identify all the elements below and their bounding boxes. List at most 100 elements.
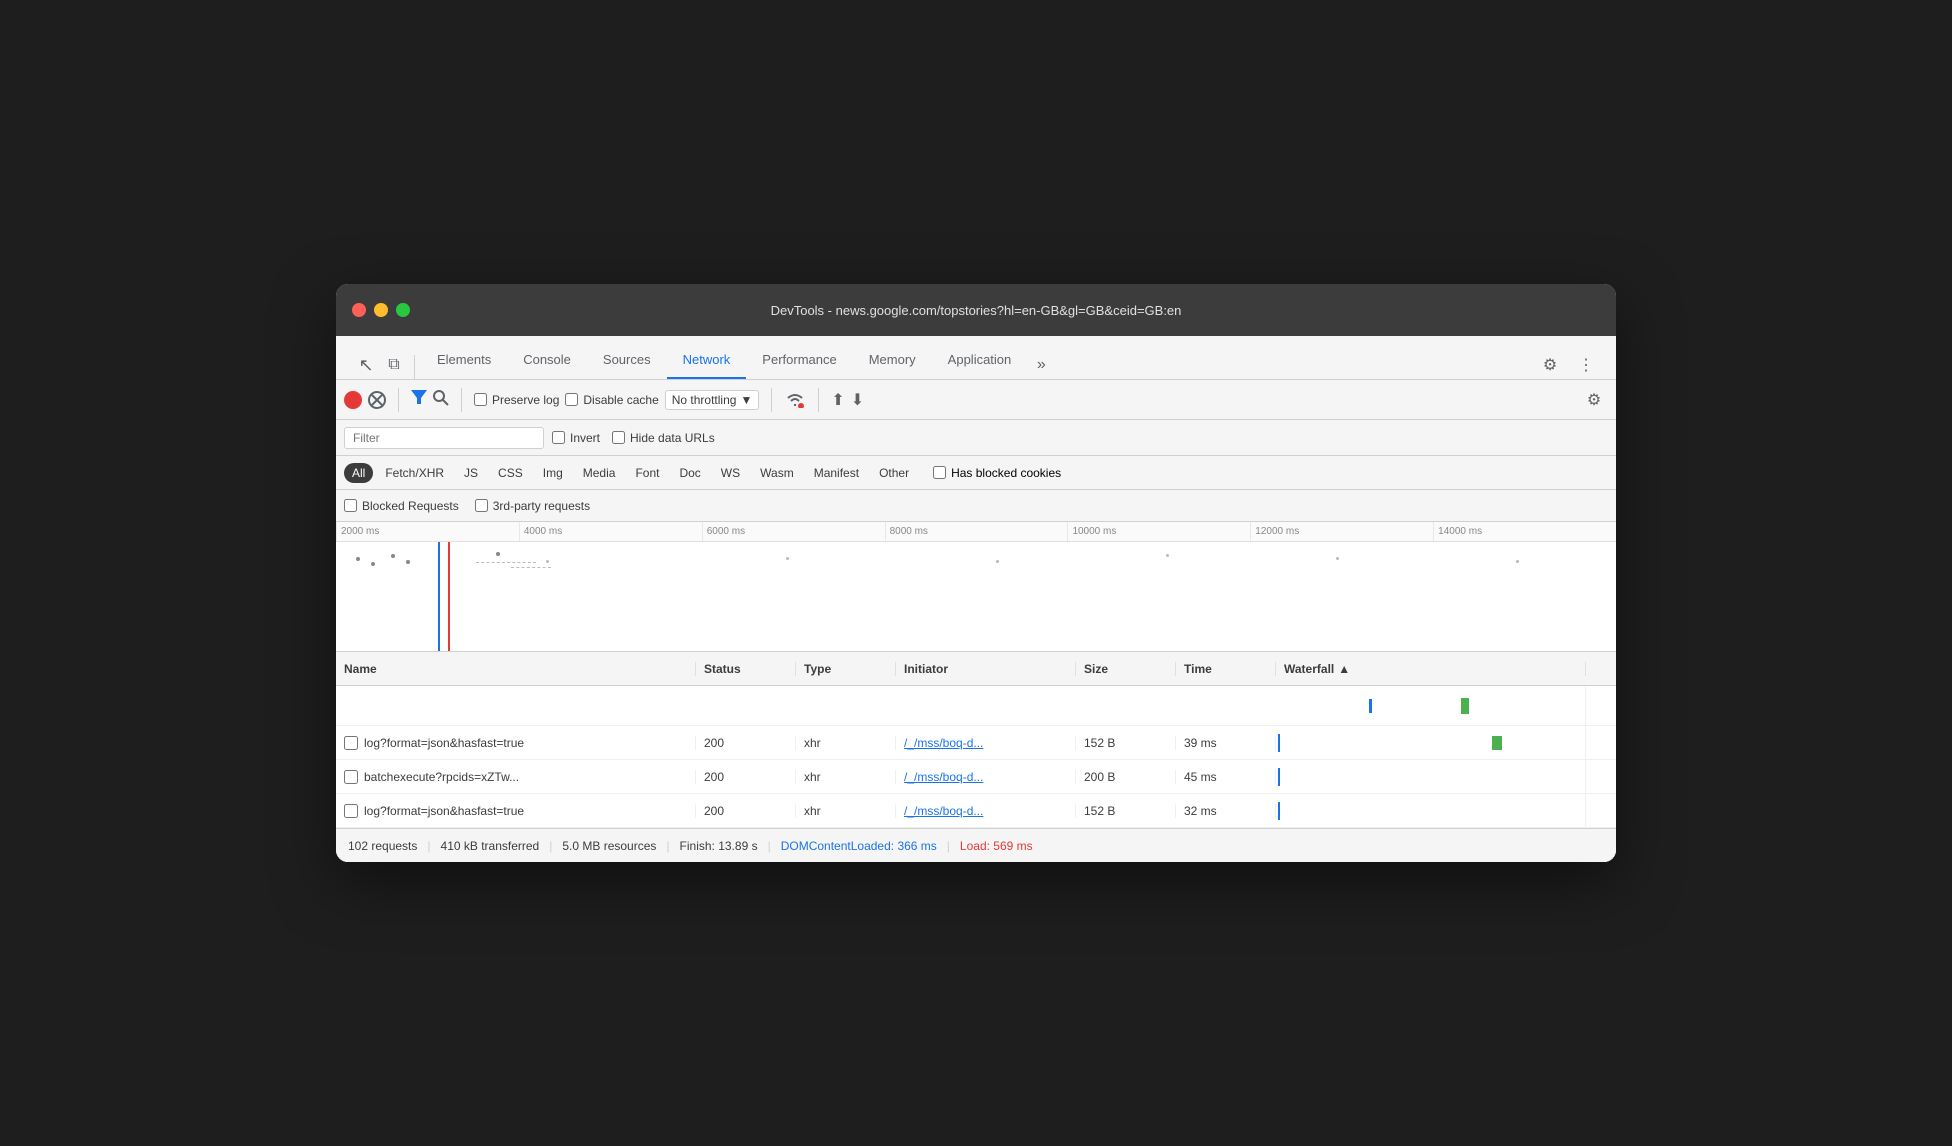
title-bar: DevTools - news.google.com/topstories?hl…: [336, 284, 1616, 336]
type-filter-fetch-xhr[interactable]: Fetch/XHR: [377, 463, 452, 483]
disable-cache-label[interactable]: Disable cache: [565, 393, 658, 407]
row2-time: 45 ms: [1176, 770, 1276, 784]
row3-size: 152 B: [1076, 804, 1176, 818]
table-row[interactable]: log?format=json&hasfast=true 200 xhr /_/…: [336, 794, 1616, 828]
tab-bar: ↖ ⧉ Elements Console Sources Network Per…: [336, 336, 1616, 380]
tab-separator: [414, 355, 415, 379]
invert-label[interactable]: Invert: [552, 431, 600, 445]
row2-size: 200 B: [1076, 770, 1176, 784]
type-filter-ws[interactable]: WS: [713, 463, 748, 483]
more-options-icon[interactable]: ⋮: [1572, 351, 1600, 379]
type-filter-all[interactable]: All: [344, 463, 373, 483]
traffic-lights: [352, 303, 410, 317]
third-party-checkbox[interactable]: [475, 499, 488, 512]
row2-checkbox[interactable]: [344, 770, 358, 784]
row1-initiator[interactable]: /_/mss/boq-d...: [896, 736, 1076, 750]
tick-10000: 10000 ms: [1067, 522, 1250, 541]
col-time: Time: [1176, 662, 1276, 676]
minimize-button[interactable]: [374, 303, 388, 317]
col-size: Size: [1076, 662, 1176, 676]
type-filter-font[interactable]: Font: [627, 463, 667, 483]
cursor-icon[interactable]: ↖: [352, 351, 380, 379]
clear-button[interactable]: [368, 391, 386, 409]
has-blocked-cookies-checkbox[interactable]: [933, 466, 946, 479]
hide-data-urls-label[interactable]: Hide data URLs: [612, 431, 715, 445]
timeline-dot: [1516, 560, 1519, 563]
net-toolbar-sep3: [771, 388, 772, 412]
timeline-dot: [786, 557, 789, 560]
type-filter-media[interactable]: Media: [575, 463, 624, 483]
third-party-label[interactable]: 3rd-party requests: [475, 499, 590, 513]
net-toolbar-sep2: [461, 388, 462, 412]
hide-data-urls-checkbox[interactable]: [612, 431, 625, 444]
tab-sources[interactable]: Sources: [587, 342, 667, 379]
dom-content-loaded: DOMContentLoaded: 366 ms: [781, 839, 937, 853]
timeline-dot: [496, 552, 500, 556]
chevron-down-icon: ▼: [740, 393, 752, 407]
network-settings-icon[interactable]: ⚙: [1580, 386, 1608, 414]
type-filter-css[interactable]: CSS: [490, 463, 531, 483]
tick-12000: 12000 ms: [1250, 522, 1433, 541]
close-button[interactable]: [352, 303, 366, 317]
blocked-requests-label[interactable]: Blocked Requests: [344, 499, 459, 513]
row2-initiator[interactable]: /_/mss/boq-d...: [896, 770, 1076, 784]
record-button[interactable]: [344, 391, 362, 409]
disable-cache-checkbox[interactable]: [565, 393, 578, 406]
timeline-dot: [371, 562, 375, 566]
timeline-dot: [356, 557, 360, 561]
table-container: Name Status Type Initiator Size Time Wat…: [336, 652, 1616, 828]
type-filter-other[interactable]: Other: [871, 463, 917, 483]
invert-checkbox[interactable]: [552, 431, 565, 444]
col-type: Type: [796, 662, 896, 676]
device-toggle-icon[interactable]: ⧉: [380, 351, 408, 379]
row3-name: log?format=json&hasfast=true: [336, 804, 696, 818]
resources-size: 5.0 MB resources: [562, 839, 656, 853]
col-initiator: Initiator: [896, 662, 1076, 676]
preserve-log-label[interactable]: Preserve log: [474, 393, 559, 407]
type-filter-img[interactable]: Img: [535, 463, 571, 483]
net-toolbar-sep1: [398, 388, 399, 412]
type-filter-manifest[interactable]: Manifest: [806, 463, 867, 483]
sep5: |: [947, 839, 950, 853]
timeline-dot: [1166, 554, 1169, 557]
col-name: Name: [336, 662, 696, 676]
table-row[interactable]: batchexecute?rpcids=xZTw... 200 xhr /_/m…: [336, 760, 1616, 794]
tab-network[interactable]: Network: [667, 342, 747, 379]
type-filter-doc[interactable]: Doc: [671, 463, 708, 483]
row3-status: 200: [696, 804, 796, 818]
preserve-log-checkbox[interactable]: [474, 393, 487, 406]
row1-status: 200: [696, 736, 796, 750]
throttle-select[interactable]: No throttling ▼: [665, 390, 760, 410]
filter-icon[interactable]: [411, 390, 427, 410]
blocked-requests-checkbox[interactable]: [344, 499, 357, 512]
settings-icon[interactable]: ⚙: [1536, 351, 1564, 379]
devtools-window: DevTools - news.google.com/topstories?hl…: [336, 284, 1616, 862]
row2-waterfall: [1276, 760, 1586, 793]
filter-input[interactable]: [344, 427, 544, 449]
tab-application[interactable]: Application: [932, 342, 1028, 379]
row3-checkbox[interactable]: [344, 804, 358, 818]
type-filter-wasm[interactable]: Wasm: [752, 463, 802, 483]
row2-status: 200: [696, 770, 796, 784]
search-icon[interactable]: [433, 390, 449, 410]
row1-checkbox[interactable]: [344, 736, 358, 750]
preview-waterfall: [1276, 686, 1586, 725]
requests-count: 102 requests: [348, 839, 417, 853]
tab-elements[interactable]: Elements: [421, 342, 507, 379]
tab-console[interactable]: Console: [507, 342, 587, 379]
tab-gear-area: ⚙ ⋮: [1536, 351, 1600, 379]
filter-row: Invert Hide data URLs: [336, 420, 1616, 456]
waterfall-timeline: 2000 ms 4000 ms 6000 ms 8000 ms 10000 ms…: [336, 522, 1616, 652]
table-row[interactable]: log?format=json&hasfast=true 200 xhr /_/…: [336, 726, 1616, 760]
tab-performance[interactable]: Performance: [746, 342, 852, 379]
row2-type: xhr: [796, 770, 896, 784]
more-tabs-button[interactable]: »: [1027, 351, 1055, 379]
transferred-size: 410 kB transferred: [441, 839, 540, 853]
download-icon[interactable]: ⬇: [851, 390, 864, 410]
sep3: |: [666, 839, 669, 853]
tab-memory[interactable]: Memory: [853, 342, 932, 379]
maximize-button[interactable]: [396, 303, 410, 317]
row3-initiator[interactable]: /_/mss/boq-d...: [896, 804, 1076, 818]
type-filter-js[interactable]: JS: [456, 463, 486, 483]
upload-icon[interactable]: ⬆: [831, 390, 844, 410]
